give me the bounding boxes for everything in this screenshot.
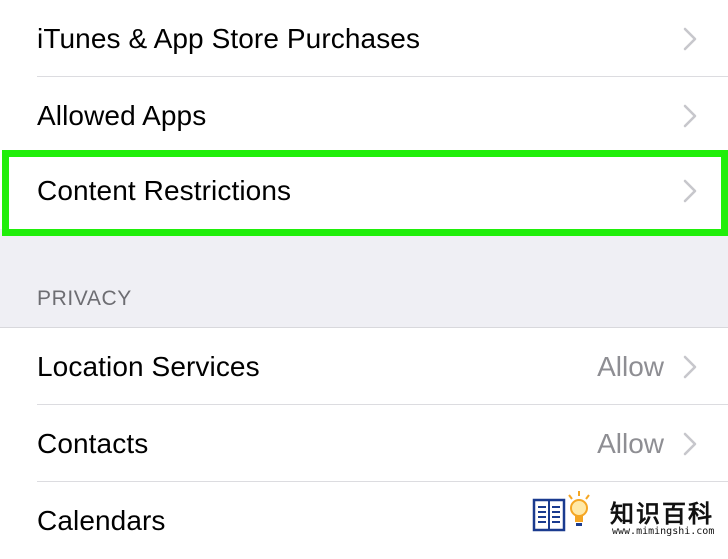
restrictions-group: iTunes & App Store Purchases Allowed App… bbox=[0, 0, 728, 229]
lightbulb-icon bbox=[568, 491, 590, 526]
row-label: Allowed Apps bbox=[37, 100, 207, 131]
row-contacts[interactable]: Contacts Allow bbox=[0, 405, 728, 482]
row-itunes-app-store-purchases[interactable]: iTunes & App Store Purchases bbox=[0, 0, 728, 77]
section-spacer bbox=[0, 229, 728, 327]
privacy-section-header: PRIVACY bbox=[37, 287, 132, 310]
row-value: Allow bbox=[597, 428, 664, 459]
row-label: Calendars bbox=[37, 505, 166, 536]
row-label: Contacts bbox=[37, 428, 149, 459]
book-icon bbox=[532, 498, 566, 532]
chevron-right-icon bbox=[683, 355, 697, 379]
row-content-restrictions[interactable]: Content Restrictions bbox=[0, 152, 728, 229]
chevron-right-icon bbox=[683, 179, 697, 203]
chevron-right-icon bbox=[683, 432, 697, 456]
row-label: Location Services bbox=[37, 351, 260, 382]
watermark-title: 知识百科 bbox=[610, 500, 714, 528]
watermark-url: www.mimingshi.com bbox=[612, 526, 715, 537]
row-location-services[interactable]: Location Services Allow bbox=[0, 328, 728, 405]
watermark: 知识百科 www.mimingshi.com bbox=[528, 488, 728, 544]
row-label: iTunes & App Store Purchases bbox=[37, 23, 421, 54]
row-allowed-apps[interactable]: Allowed Apps bbox=[0, 77, 728, 154]
chevron-right-icon bbox=[683, 104, 697, 128]
row-label: Content Restrictions bbox=[37, 175, 292, 206]
chevron-right-icon bbox=[683, 27, 697, 51]
row-value: Allow bbox=[597, 351, 664, 382]
